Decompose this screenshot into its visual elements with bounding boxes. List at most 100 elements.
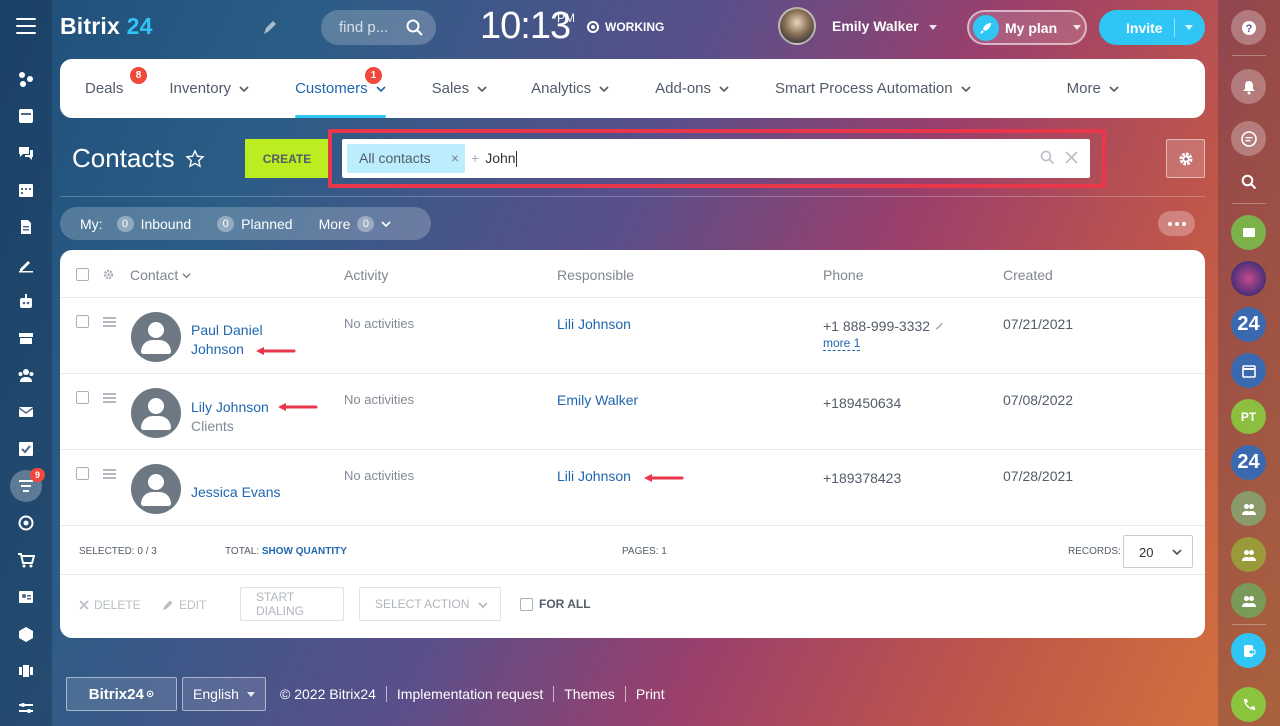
responsible-user[interactable]: Emily Walker bbox=[557, 392, 638, 408]
filter-chip[interactable]: All contacts × bbox=[347, 144, 465, 173]
pencil-icon[interactable] bbox=[262, 20, 278, 36]
sidebar-item-feed[interactable] bbox=[0, 60, 52, 97]
gear-icon[interactable] bbox=[102, 268, 115, 281]
sidebar-item-docs[interactable] bbox=[0, 208, 52, 245]
show-quantity-link[interactable]: SHOW QUANTITY bbox=[262, 546, 347, 557]
tab-customers[interactable]: Customers 1 bbox=[283, 59, 398, 118]
counter-inbound[interactable]: 0 Inbound bbox=[116, 215, 191, 232]
themes-link[interactable]: Themes bbox=[554, 686, 625, 702]
table-row[interactable]: Lily Johnson Clients No activities Emily… bbox=[60, 374, 1205, 450]
sidebar-item-store[interactable] bbox=[0, 319, 52, 356]
settings-button[interactable] bbox=[1166, 139, 1205, 178]
sidebar-item-mail[interactable] bbox=[0, 393, 52, 430]
for-all-toggle[interactable]: FOR ALL bbox=[520, 597, 591, 611]
phone-number[interactable]: +1 888-999-3332 bbox=[823, 318, 944, 334]
drag-handle-icon[interactable] bbox=[103, 393, 116, 403]
contact-avatar[interactable] bbox=[131, 388, 181, 438]
contact-name[interactable]: Jessica Evans bbox=[191, 484, 280, 500]
sidebar-item-apps[interactable] bbox=[0, 652, 52, 689]
responsible-user[interactable]: Lili Johnson bbox=[557, 316, 631, 332]
more-options-button[interactable] bbox=[1158, 211, 1195, 236]
sidebar-item-employees[interactable] bbox=[0, 356, 52, 393]
row-checkbox[interactable] bbox=[76, 315, 89, 328]
sidebar-item-settings[interactable] bbox=[0, 689, 52, 726]
sidebar-item-crm[interactable]: 9 bbox=[0, 467, 52, 504]
print-link[interactable]: Print bbox=[626, 686, 675, 702]
counter-more[interactable]: More 0 bbox=[319, 215, 392, 232]
row-checkbox[interactable] bbox=[76, 467, 89, 480]
drag-handle-icon[interactable] bbox=[103, 317, 116, 327]
call-button[interactable] bbox=[1231, 687, 1266, 722]
open-lines-button[interactable] bbox=[1231, 633, 1266, 668]
chat-item-group-3[interactable] bbox=[1231, 537, 1266, 572]
sidebar-item-calendar[interactable] bbox=[0, 171, 52, 208]
responsible-user[interactable]: Lili Johnson bbox=[557, 468, 631, 484]
user-menu[interactable]: Emily Walker bbox=[778, 7, 937, 45]
start-dialing-button[interactable]: START DIALING bbox=[240, 587, 344, 621]
tab-addons[interactable]: Add-ons bbox=[643, 59, 741, 118]
tab-smart-process[interactable]: Smart Process Automation bbox=[763, 59, 983, 118]
sidebar-item-checklist[interactable] bbox=[0, 430, 52, 467]
contact-name[interactable]: Paul Daniel bbox=[191, 322, 263, 338]
sidebar-item-catalog[interactable] bbox=[0, 615, 52, 652]
select-all-checkbox[interactable] bbox=[76, 268, 89, 281]
sidebar-item-chat[interactable] bbox=[0, 134, 52, 171]
delete-button[interactable]: DELETE bbox=[79, 598, 141, 612]
chip-remove-icon[interactable]: × bbox=[451, 150, 459, 166]
tab-more[interactable]: More bbox=[1055, 59, 1131, 118]
search-button[interactable] bbox=[1231, 164, 1266, 199]
sidebar-item-contacts[interactable] bbox=[0, 578, 52, 615]
implementation-request-link[interactable]: Implementation request bbox=[387, 686, 553, 702]
contact-name[interactable]: Lily Johnson bbox=[191, 399, 269, 415]
records-per-page-select[interactable]: 20 bbox=[1123, 535, 1193, 568]
column-activity[interactable]: Activity bbox=[344, 267, 388, 283]
column-responsible[interactable]: Responsible bbox=[557, 267, 634, 283]
bitrix-brand-button[interactable]: Bitrix24 ⊙ bbox=[66, 677, 177, 711]
phone-more-link[interactable]: more 1 bbox=[823, 336, 861, 351]
counter-planned[interactable]: 0 Planned bbox=[217, 215, 293, 232]
drag-handle-icon[interactable] bbox=[103, 469, 116, 479]
for-all-checkbox[interactable] bbox=[520, 597, 533, 611]
chat-item-group[interactable] bbox=[1231, 215, 1266, 250]
menu-icon[interactable] bbox=[16, 18, 36, 34]
help-button[interactable]: ? bbox=[1231, 10, 1266, 45]
sidebar-item-robot[interactable] bbox=[0, 282, 52, 319]
chat-item-avatar[interactable] bbox=[1231, 261, 1266, 296]
language-select[interactable]: English bbox=[182, 677, 266, 711]
row-checkbox[interactable] bbox=[76, 391, 89, 404]
invite-button[interactable]: Invite bbox=[1099, 10, 1205, 45]
edit-button[interactable]: EDIT bbox=[162, 598, 206, 612]
sidebar-item-shop[interactable] bbox=[0, 541, 52, 578]
table-row[interactable]: Paul Daniel Johnson No activities Lili J… bbox=[60, 298, 1205, 374]
filter-query[interactable]: + John bbox=[471, 150, 517, 168]
tab-inventory[interactable]: Inventory bbox=[157, 59, 261, 118]
tab-sales[interactable]: Sales bbox=[420, 59, 500, 118]
chat-item-calendar[interactable] bbox=[1231, 353, 1266, 388]
my-plan-button[interactable]: My plan bbox=[967, 10, 1087, 45]
notifications-button[interactable] bbox=[1231, 69, 1266, 104]
sidebar-item-sign[interactable] bbox=[0, 245, 52, 282]
column-phone[interactable]: Phone bbox=[823, 267, 863, 283]
search-icon[interactable] bbox=[1040, 150, 1055, 165]
filter-search-input[interactable]: All contacts × + John bbox=[342, 139, 1090, 178]
messenger-button[interactable] bbox=[1231, 121, 1266, 156]
sidebar-item-goals[interactable] bbox=[0, 504, 52, 541]
select-action-dropdown[interactable]: SELECT ACTION bbox=[359, 587, 501, 621]
close-icon[interactable] bbox=[1065, 151, 1078, 164]
contact-avatar[interactable] bbox=[131, 464, 181, 514]
sidebar-item-tasks[interactable] bbox=[0, 97, 52, 134]
tab-deals[interactable]: Deals 8 bbox=[73, 59, 147, 118]
header-search-input[interactable]: find p... bbox=[321, 10, 436, 45]
star-icon[interactable] bbox=[184, 148, 205, 169]
chat-item-bitrix[interactable]: 24 bbox=[1231, 307, 1266, 342]
work-status[interactable]: WORKING bbox=[587, 20, 664, 34]
column-contact[interactable]: Contact bbox=[130, 267, 191, 283]
chat-item-group-4[interactable] bbox=[1231, 583, 1266, 618]
chat-item-group-2[interactable] bbox=[1231, 491, 1266, 526]
app-logo[interactable]: Bitrix 24 bbox=[60, 13, 153, 40]
contact-avatar[interactable] bbox=[131, 312, 181, 362]
contact-name-line2[interactable]: Johnson bbox=[191, 341, 244, 357]
chat-item-pt[interactable]: PT bbox=[1231, 399, 1266, 434]
phone-number[interactable]: +189378423 bbox=[823, 470, 901, 486]
create-button[interactable]: CREATE bbox=[245, 139, 329, 178]
